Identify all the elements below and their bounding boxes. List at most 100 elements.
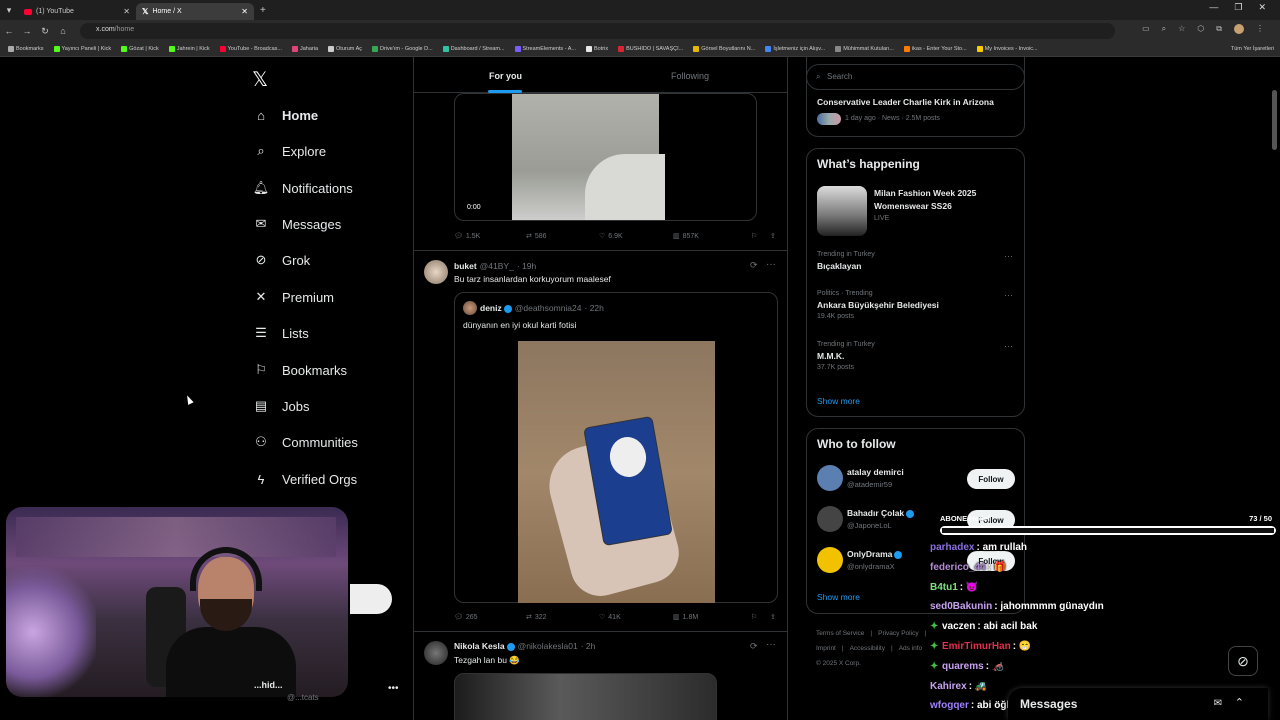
sidebar-item-lists[interactable]: ☰ Lists: [252, 323, 309, 343]
minimize-icon[interactable]: —: [1209, 2, 1218, 13]
like-button[interactable]: ♡ 41K: [599, 613, 673, 622]
follow-button[interactable]: Follow: [967, 469, 1015, 489]
all-bookmarks-link[interactable]: Tüm Yer İşaretleri: [1231, 46, 1274, 52]
menu-icon[interactable]: ⋮: [1256, 24, 1264, 34]
footer-link[interactable]: Accessibility: [850, 645, 885, 652]
close-window-icon[interactable]: ✕: [1258, 2, 1266, 13]
share-button[interactable]: ⇪: [770, 613, 776, 621]
expand-icon[interactable]: ⌃: [1235, 696, 1244, 709]
quote-photo[interactable]: [518, 341, 715, 603]
sidebar-item-explore[interactable]: ⌕ Explore: [252, 141, 326, 161]
grok-explain-icon[interactable]: ⟳: [750, 260, 758, 271]
account-name[interactable]: ...hid...: [254, 680, 283, 690]
views-button[interactable]: ▥ 1.8M: [673, 613, 751, 622]
footer-link[interactable]: © 2025 X Corp.: [816, 660, 861, 667]
zoom-icon[interactable]: ⌕: [1162, 24, 1166, 34]
trend-item[interactable]: Trending in Turkey Bıçaklayan: [817, 251, 875, 271]
footer-link[interactable]: Privacy Policy: [878, 630, 918, 637]
bookmark-item[interactable]: Dashboard / Stream...: [442, 46, 505, 52]
bookmark-item[interactable]: Gözat | Kick: [121, 46, 159, 52]
bookmark-item[interactable]: İşletmeniz için Alışv...: [765, 46, 825, 52]
trend-item[interactable]: Trending in Turkey M.M.K. 37.7K posts: [817, 341, 875, 371]
back-icon[interactable]: ←: [0, 26, 18, 36]
views-button[interactable]: ▥ 857K: [673, 232, 751, 241]
bookmark-item[interactable]: My Invoices - Invoic...: [976, 46, 1038, 52]
bookmark-item[interactable]: Mühimmat Kutuları...: [835, 46, 894, 52]
sidebar-item-notifications[interactable]: 🔔︎ Notifications: [252, 178, 353, 198]
tab-youtube[interactable]: (1) YouTube ✕: [18, 3, 136, 20]
restore-icon[interactable]: ❐: [1234, 2, 1242, 13]
messages-dock[interactable]: Messages ✉ ⌃: [1008, 688, 1268, 720]
bookmark-button[interactable]: ⚐: [751, 613, 770, 621]
close-icon[interactable]: ✕: [123, 7, 130, 16]
post-video[interactable]: [454, 673, 717, 720]
share-button[interactable]: ⇪: [770, 232, 776, 240]
sidebar-item-messages[interactable]: ✉ Messages: [252, 214, 342, 234]
sidebar-item-verified-orgs[interactable]: ϟ Verified Orgs: [252, 469, 358, 489]
more-icon[interactable]: ···: [1004, 341, 1013, 351]
bookmark-item[interactable]: Jahrein | Kick: [168, 46, 210, 52]
url-bar[interactable]: x.com/home: [80, 23, 1115, 39]
grok-button[interactable]: ⊘: [1228, 646, 1258, 676]
sidebar-item-communities[interactable]: ⚇ Communities: [252, 432, 358, 452]
more-icon[interactable]: ···: [766, 259, 776, 270]
more-icon[interactable]: •••: [388, 683, 399, 694]
post-author[interactable]: Nikola Kesla @nikolakesla01 · 2h: [454, 641, 595, 651]
x-logo-icon[interactable]: 𝕏: [252, 67, 268, 92]
forward-icon[interactable]: →: [18, 26, 36, 36]
puzzle-icon[interactable]: ⧉: [1216, 24, 1222, 34]
trend-item[interactable]: Politics · Trending Ankara Büyükşehir Be…: [817, 290, 939, 320]
bookmark-item[interactable]: Drive'ım - Google D...: [372, 46, 433, 52]
close-icon[interactable]: ✕: [241, 7, 248, 16]
sidebar-item-jobs[interactable]: ▤ Jobs: [252, 396, 310, 416]
profile-avatar[interactable]: [1234, 24, 1244, 34]
more-icon[interactable]: ···: [1004, 290, 1013, 300]
sidebar-item-premium[interactable]: ✕ Premium: [252, 287, 334, 307]
bookmark-item[interactable]: ikas - Enter Your Sto...: [903, 46, 967, 52]
tab-x-home[interactable]: 𝕏 Home / X ✕: [136, 3, 254, 20]
tab-search-icon[interactable]: ▾: [0, 5, 18, 16]
extension-icon[interactable]: ⬡: [1197, 24, 1204, 34]
grok-explain-icon[interactable]: ⟳: [750, 641, 758, 652]
bookmark-item[interactable]: YouTube - Broadcas...: [219, 46, 282, 52]
sidebar-item-bookmarks[interactable]: ⚐ Bookmarks: [252, 360, 347, 380]
footer-link[interactable]: Ads info: [899, 645, 923, 652]
star-icon[interactable]: ☆: [1178, 24, 1185, 34]
compose-message-icon[interactable]: ✉: [1214, 698, 1222, 709]
bookmark-item[interactable]: BUSHIDO | SAVAŞÇI...: [618, 46, 683, 52]
repost-button[interactable]: ⇄ 586: [526, 232, 599, 241]
bookmark-item[interactable]: Yayıncı Paneli | Kick: [53, 46, 111, 52]
bookmark-item[interactable]: Bookmarks: [8, 46, 44, 52]
post-button[interactable]: [350, 584, 392, 614]
bookmark-item[interactable]: Botrix: [586, 46, 608, 52]
reply-button[interactable]: 💬︎ 1.5K: [454, 232, 526, 241]
post-author[interactable]: buket @41BY_ · 19h: [454, 261, 536, 271]
bookmark-item[interactable]: Jaharia: [291, 46, 318, 52]
sidebar-item-home[interactable]: ⌂ Home: [252, 105, 318, 125]
scrollbar[interactable]: [1272, 90, 1277, 150]
reload-icon[interactable]: ↻: [36, 26, 54, 37]
post-video[interactable]: 0:00: [454, 93, 757, 221]
avatar[interactable]: [424, 260, 448, 284]
reply-button[interactable]: 💬︎ 265: [454, 613, 526, 622]
cast-icon[interactable]: ▭: [1142, 24, 1150, 34]
tab-for-you[interactable]: For you: [489, 71, 522, 81]
quoted-post[interactable]: deniz @deathsomnia24 · 22h dünyanın en iyi…: [454, 292, 778, 603]
footer-link[interactable]: Terms of Service: [816, 630, 864, 637]
sidebar-item-grok[interactable]: ⊘ Grok: [252, 250, 311, 270]
avatar[interactable]: [424, 641, 448, 665]
like-button[interactable]: ♡ 6.9K: [599, 232, 673, 241]
bookmark-button[interactable]: ⚐: [751, 232, 770, 240]
news-card[interactable]: Conservative Leader Charlie Kirk in Ariz…: [806, 57, 1025, 137]
bookmark-item[interactable]: Oturum Aç: [328, 46, 362, 52]
tab-following[interactable]: Following: [671, 71, 709, 81]
footer-link[interactable]: Imprint: [816, 645, 836, 652]
more-icon[interactable]: ···: [1004, 251, 1013, 261]
new-tab-button[interactable]: +: [260, 5, 266, 16]
bookmark-item[interactable]: Görsel Boyutlarını N...: [693, 46, 755, 52]
show-more-link[interactable]: Show more: [817, 396, 860, 406]
more-icon[interactable]: ···: [766, 639, 776, 650]
bookmark-item[interactable]: StreamElements - A...: [514, 46, 576, 52]
show-more-link[interactable]: Show more: [817, 592, 860, 602]
home-browser-icon[interactable]: ⌂: [54, 26, 72, 36]
